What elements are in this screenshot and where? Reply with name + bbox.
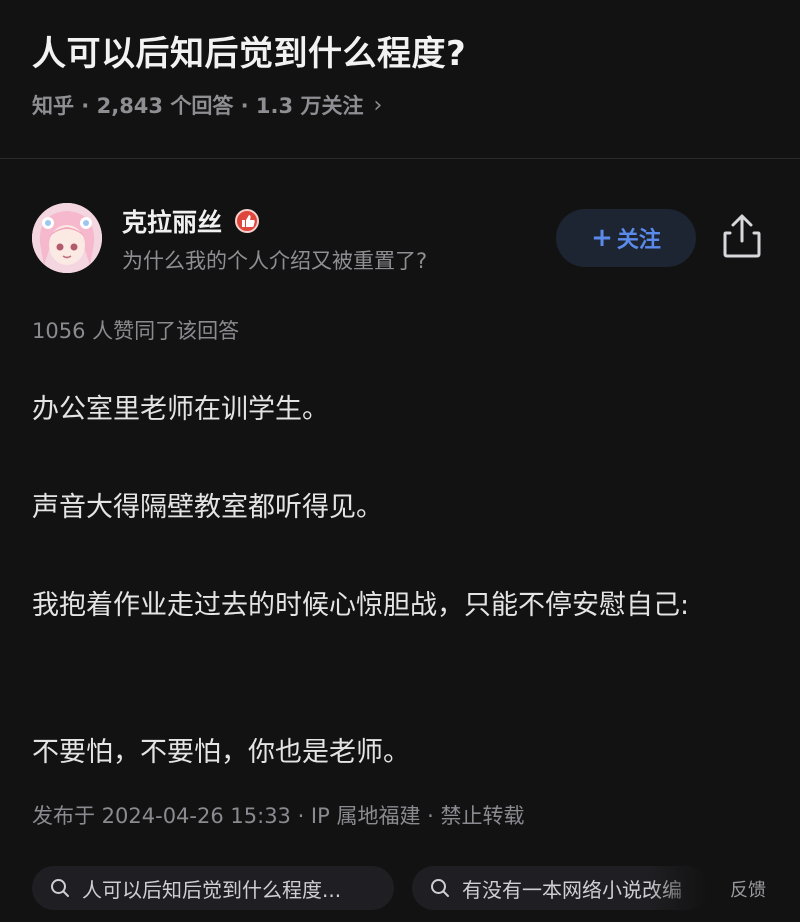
question-meta-text: 知乎 · 2,843 个回答 · 1.3 万关注 [32,94,364,118]
related-search-chip[interactable]: 有没有一本网络小说改编 [412,866,708,910]
follow-button[interactable]: + 关注 [556,209,696,267]
plus-icon: + [591,223,613,253]
search-icon [51,879,69,897]
answer-paragraph: 不要怕，不要怕，你也是老师。 [32,737,410,768]
author-bio: 为什么我的个人介绍又被重置了? [122,249,428,273]
avatar[interactable] [32,203,102,273]
author-name[interactable]: 克拉丽丝 [122,203,260,239]
question-meta[interactable]: 知乎 · 2,843 个回答 · 1.3 万关注 › [32,90,382,120]
answer-paragraph: 办公室里老师在训学生。 [32,394,329,425]
search-icon [431,879,449,897]
answer-paragraph: 声音大得隔壁教室都听得见。 [32,492,383,523]
related-search-text: 人可以后知后觉到什么程度... [82,877,342,902]
follow-label: 关注 [616,228,661,253]
author-row: 克拉丽丝 为什么我的个人介绍又被重置了? + 关注 [0,195,800,285]
related-search-bar: 人可以后知后觉到什么程度... 有没有一本网络小说改编 反馈 [0,862,800,912]
thumbs-up-badge-icon [234,208,260,234]
question-title[interactable]: 人可以后知后觉到什么程度? [32,26,466,75]
author-name-text: 克拉丽丝 [122,208,223,237]
related-search-chip[interactable]: 人可以后知后觉到什么程度... [32,866,394,910]
publish-info: 发布于 2024-04-26 15:33 · IP 属地福建 · 禁止转载 [32,804,525,828]
share-icon[interactable] [722,213,762,259]
vote-count: 1056 人赞同了该回答 [32,319,240,343]
answer-paragraph: 我抱着作业走过去的时候心惊胆战，只能不停安慰自己: [32,590,690,621]
chevron-right-icon: › [373,92,383,118]
fade-overlay [648,866,708,910]
question-header: 人可以后知后觉到什么程度? 知乎 · 2,843 个回答 · 1.3 万关注 › [0,0,800,158]
divider [0,158,800,159]
feedback-button[interactable]: 反馈 [730,876,766,902]
